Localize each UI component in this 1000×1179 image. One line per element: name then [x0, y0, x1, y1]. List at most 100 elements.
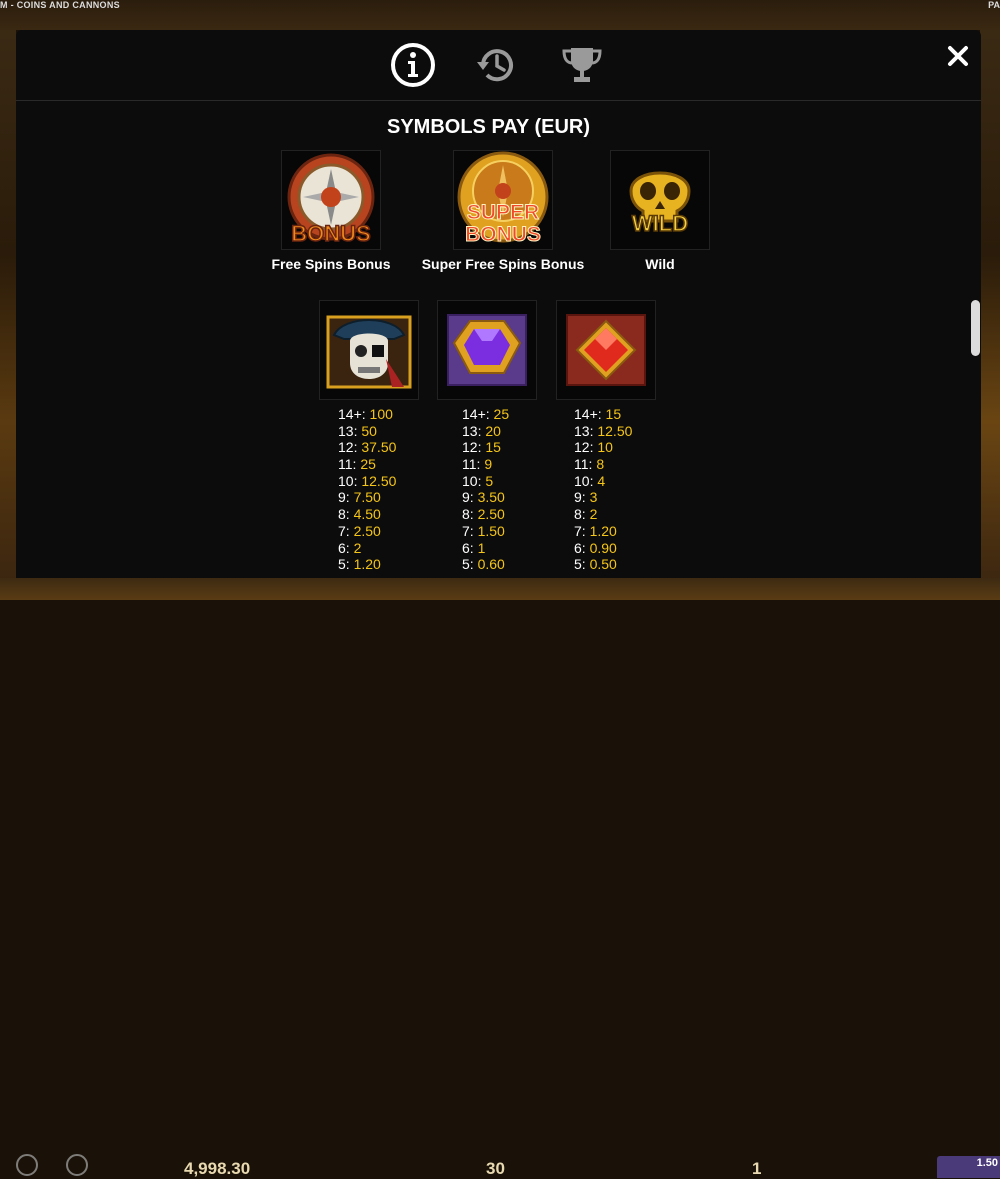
- pay-value: 2: [353, 539, 362, 556]
- pay-row: 5: 0.50: [574, 556, 684, 573]
- pay-value: 7.50: [353, 489, 381, 506]
- pay-count: 7:: [574, 522, 586, 539]
- info-icon: [391, 43, 435, 87]
- pay-value: 25: [360, 456, 376, 473]
- paytable-modal: SYMBOLS PAY (EUR) BONUS Free Spins Bonus…: [16, 30, 981, 578]
- super-text: SUPER: [467, 201, 539, 224]
- pay-row: 13: 50: [338, 423, 448, 440]
- super-bonus-compass-icon: SUPER BONUS: [457, 151, 549, 247]
- paytable-column-purple-gem: 14+: 25 13: 20 12: 15 11: 9 10: 5 9: 3.50 8: 2…: [462, 406, 572, 573]
- pay-row: 6: 2: [338, 540, 448, 557]
- bonus-compass-icon: BONUS: [287, 153, 375, 247]
- pay-row: 12: 37.50: [338, 439, 448, 456]
- pirate-skull-icon: [326, 315, 412, 389]
- pay-row: 7: 2.50: [338, 523, 448, 540]
- pay-row: 14+: 15: [574, 406, 684, 423]
- pay-value: 25: [493, 406, 510, 422]
- pay-count: 14+:: [338, 406, 366, 422]
- pay-row: 10: 4: [574, 473, 684, 490]
- paytable-column-red-gem: 14+: 15 13: 12.50 12: 10 11: 8 10: 4 9: 3 8: 2…: [574, 406, 684, 573]
- pay-row: 14+: 100: [338, 406, 448, 423]
- pay-row: 8: 2.50: [462, 506, 572, 523]
- game-title: M - COINS AND CANNONS: [0, 0, 120, 10]
- pay-count: 13:: [574, 422, 594, 439]
- pay-count: 11:: [462, 456, 481, 473]
- pay-value: 4.50: [353, 506, 381, 523]
- bonus-icon-text: BONUS: [291, 221, 370, 246]
- close-button[interactable]: [944, 42, 972, 70]
- pay-count: 13:: [462, 422, 482, 439]
- pay-row: 13: 12.50: [574, 423, 684, 440]
- pay-count: 8:: [338, 506, 350, 523]
- turbo-icon[interactable]: [66, 1154, 88, 1176]
- pay-count: 10:: [574, 472, 594, 489]
- pay-row: 7: 1.20: [574, 523, 684, 540]
- pay-count: 8:: [462, 506, 474, 523]
- pay-count: 10:: [338, 472, 358, 489]
- pay-count: 6:: [338, 539, 350, 556]
- pay-row: 10: 12.50: [338, 473, 448, 490]
- pay-value: 15: [485, 439, 501, 456]
- wild-text: WILD: [632, 211, 688, 236]
- pay-value: 0.90: [589, 539, 617, 556]
- pay-row: 11: 9: [462, 456, 572, 473]
- bet-button[interactable]: 1.50: [937, 1156, 1000, 1178]
- pay-row: 11: 25: [338, 456, 448, 473]
- pay-value: 0.60: [477, 556, 505, 573]
- pay-value: 2.50: [353, 522, 381, 539]
- pay-row: 8: 2: [574, 506, 684, 523]
- tab-history[interactable]: [473, 42, 519, 88]
- pay-count: 14+:: [574, 406, 602, 422]
- balance-value: 4,998.30: [184, 1159, 251, 1178]
- pay-row: 5: 0.60: [462, 556, 572, 573]
- pay-count: 14+:: [462, 406, 490, 422]
- pay-count: 12:: [574, 439, 594, 456]
- pay-value: 9: [484, 456, 493, 473]
- pay-value: 2: [589, 506, 598, 523]
- pay-count: 11:: [574, 456, 593, 473]
- pay-value: 8: [596, 456, 605, 473]
- pay-count: 13:: [338, 422, 358, 439]
- trophy-icon: [562, 48, 602, 82]
- close-icon: [948, 46, 968, 66]
- pay-count: 5:: [338, 556, 350, 573]
- history-icon: [477, 49, 513, 82]
- pay-count: 11:: [338, 456, 357, 473]
- symbol-free-spins-bonus: BONUS: [281, 150, 381, 250]
- pay-value: 50: [361, 422, 377, 439]
- pay-count: 8:: [574, 506, 586, 523]
- pay-count: 9:: [574, 489, 586, 506]
- game-title-right: PA: [988, 0, 1000, 10]
- tab-info[interactable]: [390, 42, 436, 88]
- pay-value: 4: [597, 472, 606, 489]
- scrollbar-thumb[interactable]: [971, 300, 980, 356]
- game-left-edge: [0, 30, 16, 590]
- symbol-pirate-skull: [319, 300, 419, 400]
- purple-gem-icon: [447, 314, 527, 386]
- modal-header: [16, 30, 981, 101]
- pay-value: 12.50: [361, 472, 397, 489]
- pay-count: 5:: [462, 556, 474, 573]
- pay-row: 12: 10: [574, 439, 684, 456]
- symbol-purple-gem: [437, 300, 537, 400]
- pay-count: 12:: [338, 439, 358, 456]
- symbol-red-gem: [556, 300, 656, 400]
- tab-trophy[interactable]: [559, 42, 605, 88]
- mute-icon[interactable]: [16, 1154, 38, 1176]
- pay-value: 3.50: [477, 489, 505, 506]
- wild-skull-icon: WILD: [629, 171, 691, 237]
- pay-value: 2.50: [477, 506, 505, 523]
- pay-count: 5:: [574, 556, 586, 573]
- red-gem-icon: [566, 314, 646, 386]
- game-bottom-bar: 4,998.30 30 1 1.50: [0, 578, 1000, 1178]
- pay-count: 10:: [462, 472, 482, 489]
- pay-row: 9: 3.50: [462, 489, 572, 506]
- pay-value: 12.50: [597, 422, 633, 439]
- super-bonus-text: BONUS: [465, 223, 541, 246]
- pay-count: 12:: [462, 439, 482, 456]
- pay-row: 5: 1.20: [338, 556, 448, 573]
- pay-value: 1.20: [353, 556, 381, 573]
- pay-value: 37.50: [361, 439, 397, 456]
- pay-count: 6:: [574, 539, 586, 556]
- pay-row: 11: 8: [574, 456, 684, 473]
